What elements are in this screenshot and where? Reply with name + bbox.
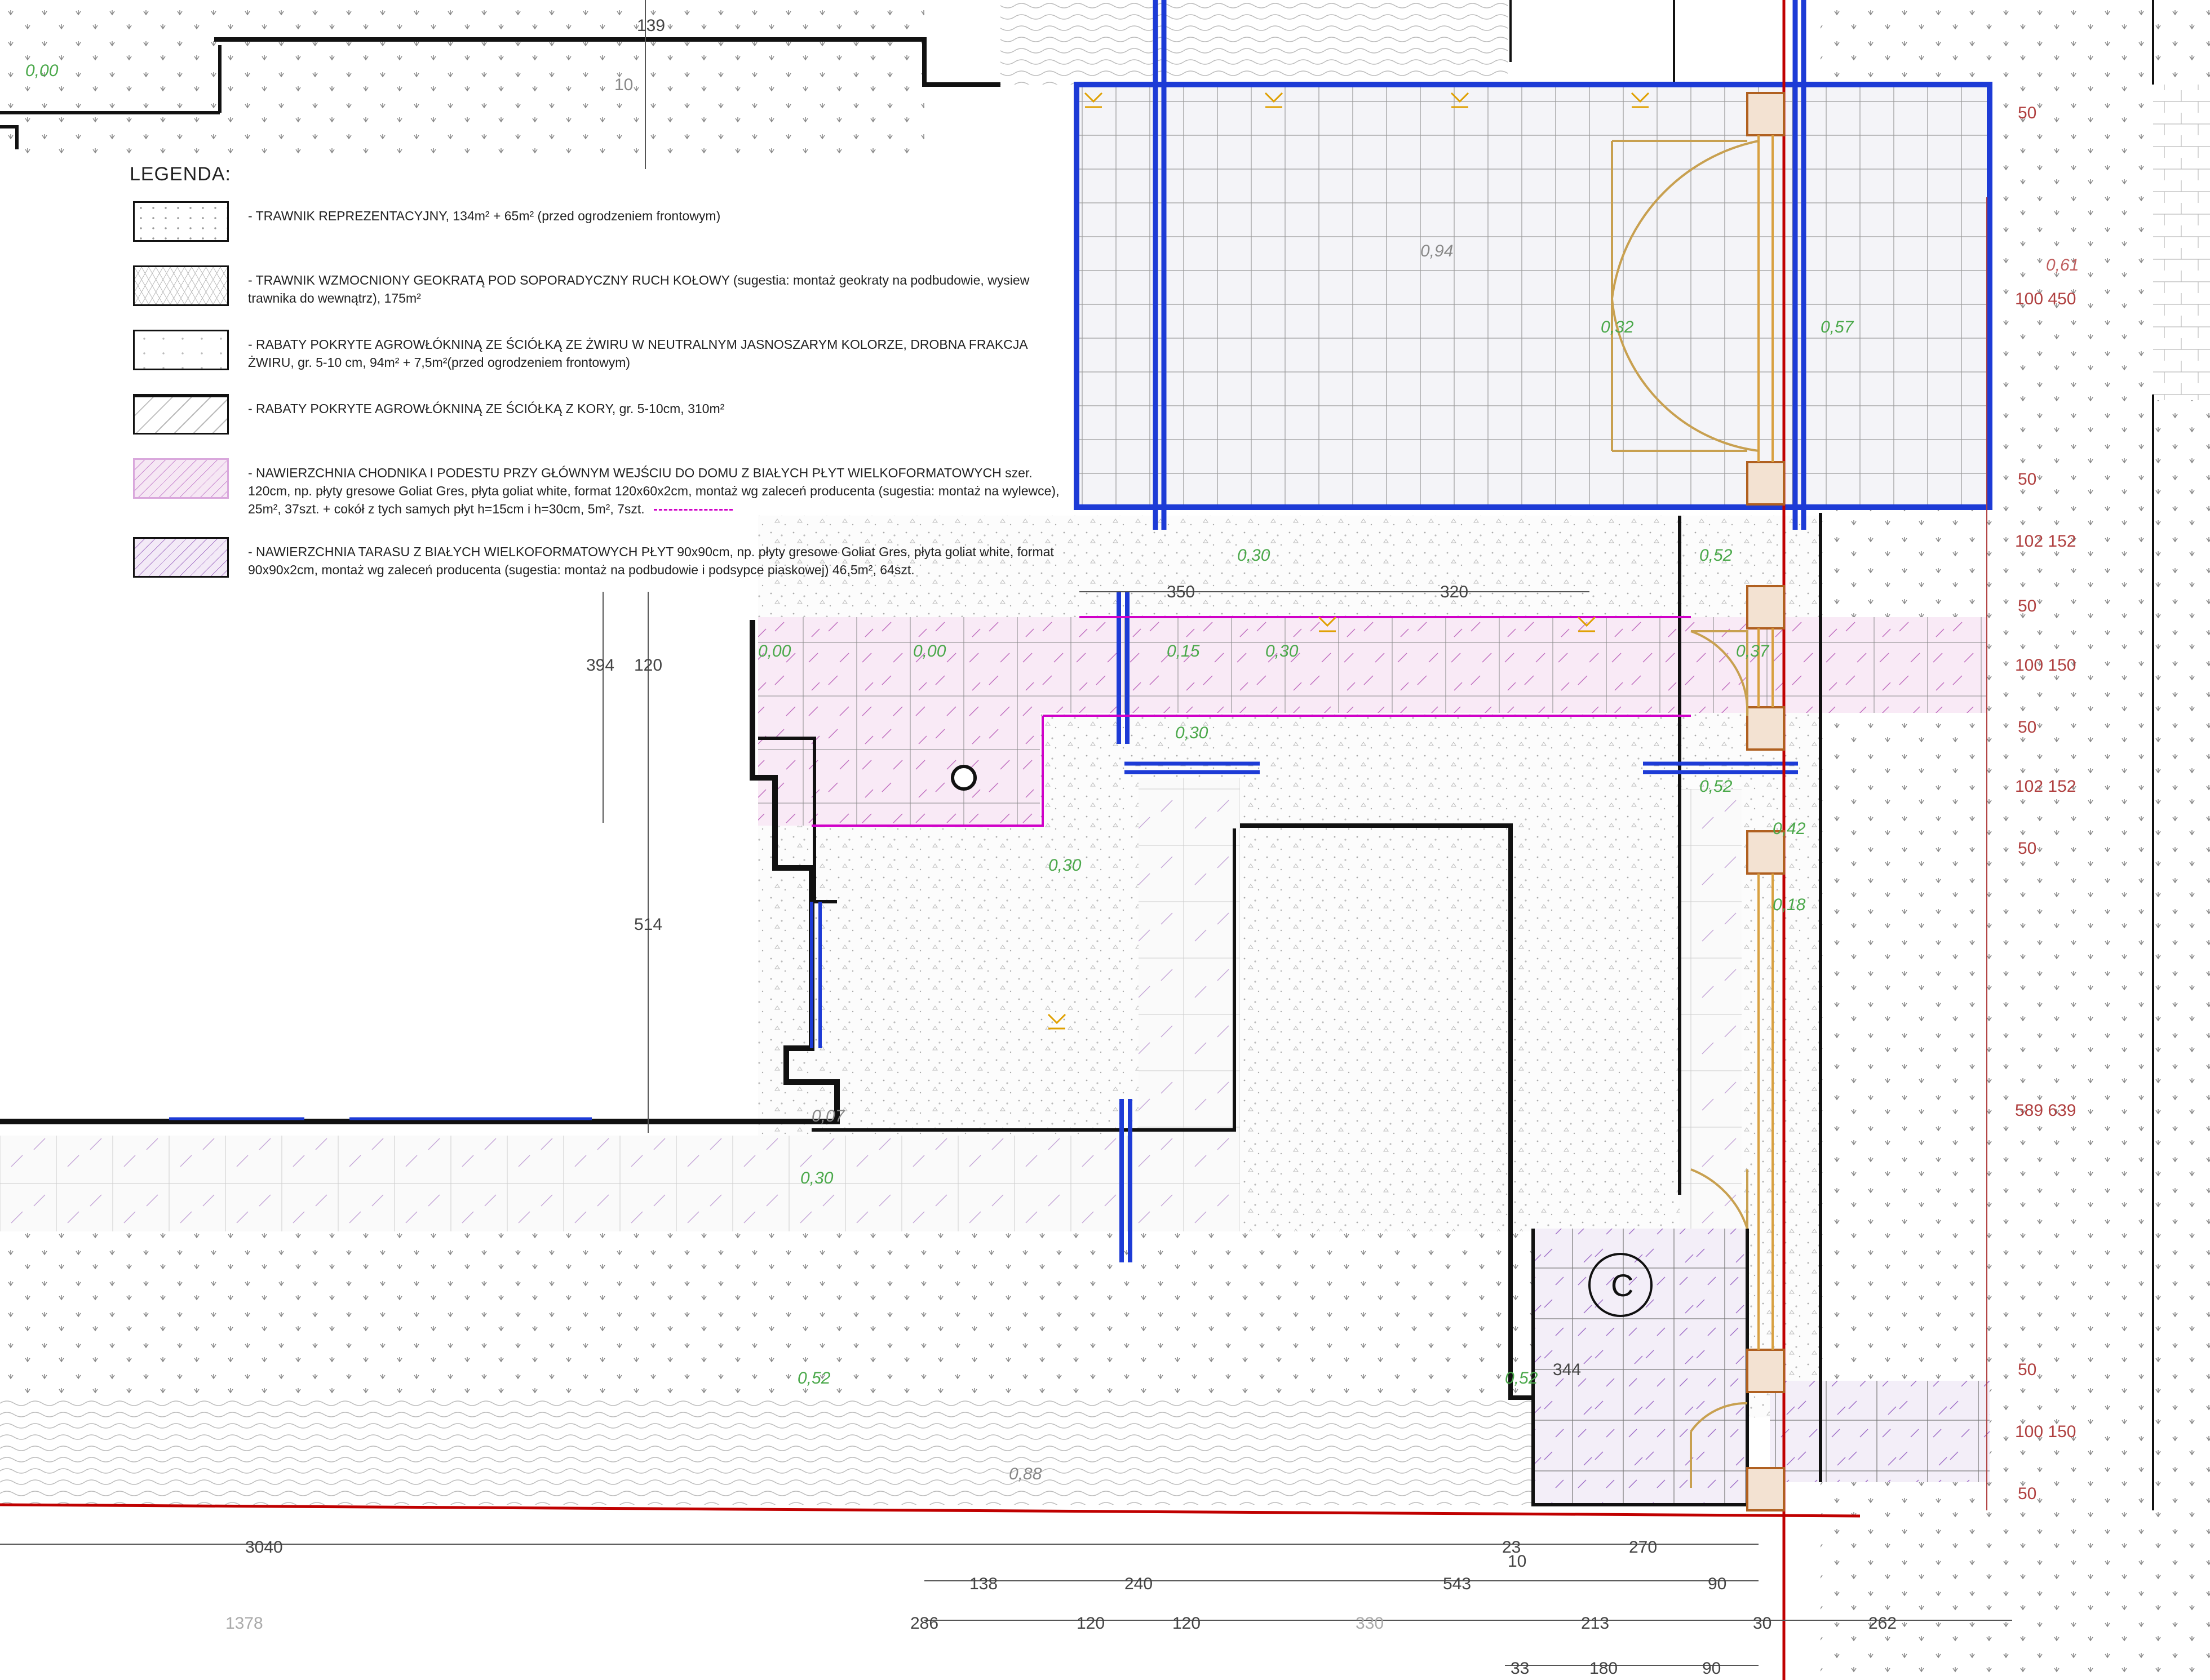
drawing-label: 0,61 — [2046, 256, 2079, 274]
drawing-label: 50 — [2018, 718, 2036, 737]
drawing-label: 213 — [1581, 1614, 1609, 1633]
drawing-label: 50 — [2018, 597, 2036, 615]
drawing-label: 0,00 — [913, 642, 946, 661]
drawing-label: 50 — [2018, 470, 2036, 489]
drawing-label: 90 — [1702, 1659, 1721, 1678]
lawn-lower — [0, 1231, 1533, 1400]
drawing-label: 102 152 — [2015, 777, 2076, 796]
drawing-label: 0,42 — [1773, 819, 1806, 838]
drawing-label: 0,30 — [1265, 642, 1299, 661]
drawing-label: 0,30 — [800, 1169, 834, 1187]
drawing-label: 589 639 — [2015, 1101, 2076, 1120]
drawing-label: 10 — [1508, 1552, 1526, 1571]
drawing-label: 286 — [910, 1614, 938, 1633]
legend-panel: LEGENDA: - TRAWNIK REPREZENTACYJNY, 134m… — [130, 163, 1065, 601]
drawing-label: 3040 — [245, 1538, 283, 1557]
drawing-label: 0,52 — [798, 1369, 831, 1388]
drawing-label: 0,52 — [1505, 1369, 1538, 1388]
drawing-label: 0,15 — [1167, 642, 1200, 661]
drawing-label: 138 — [969, 1575, 998, 1593]
drawing-label: 320 — [1440, 583, 1468, 601]
drawing-label: 0,88 — [1009, 1465, 1042, 1483]
drawing-label: 139 — [637, 16, 665, 35]
drawing-label: 514 — [634, 915, 662, 934]
drawing-label: 102 152 — [2015, 532, 2076, 551]
legend-item-terrace: - NAWIERZCHNIA TARASU Z BIAŁYCH WIELKOFO… — [130, 537, 1065, 582]
terrace-right-lower — [1770, 1381, 1990, 1482]
drawing-label: 120 — [1172, 1614, 1201, 1633]
drawing-label: 0,32 — [1601, 318, 1634, 336]
bark-strip-right — [1680, 789, 1742, 1229]
magenta-dash-icon — [653, 509, 733, 511]
drawing-label: 0,37 — [1736, 642, 1770, 661]
drawing-label: 100 150 — [2015, 1422, 2076, 1441]
legend-item-path: - NAWIERZCHNIA CHODNIKA I PODESTU PRZY G… — [130, 458, 1065, 518]
terrace-swatch-icon — [133, 537, 229, 578]
drawing-label: 543 — [1443, 1575, 1471, 1593]
legend-text: - RABATY POKRYTE AGROWŁÓKNINĄ ZE ŚCIÓŁKĄ… — [248, 337, 1028, 370]
drawing-label: 90 — [1708, 1575, 1726, 1593]
legend-text: - TRAWNIK WZMOCNIONY GEOKRATĄ POD SOPORA… — [248, 273, 1030, 305]
drawing-label: 50 — [2018, 1484, 2036, 1503]
terrace-lower — [0, 1136, 1240, 1231]
drawing-label: 394 — [586, 656, 614, 675]
paving-bricks-right — [2153, 85, 2210, 400]
legend-text: - NAWIERZCHNIA TARASU Z BIAŁYCH WIELKOFO… — [248, 544, 1054, 577]
drawing-label: 0,57 — [1821, 318, 1854, 336]
drawing-label: 50 — [2018, 104, 2036, 122]
legend-item-geokrata: - TRAWNIK WZMOCNIONY GEOKRATĄ POD SOPORA… — [130, 265, 1065, 311]
drawing-label: 0,18 — [1773, 896, 1806, 914]
walk-vertical — [1139, 778, 1240, 1172]
drawing-label: 330 — [1356, 1614, 1384, 1633]
terrace-upper — [1079, 85, 1987, 507]
drawing-label: 0,30 — [1175, 724, 1208, 742]
legend-text: - NAWIERZCHNIA CHODNIKA I PODESTU PRZY G… — [248, 458, 1065, 518]
room-c-label: C — [1611, 1267, 1633, 1303]
path-swatch-icon — [133, 458, 229, 499]
drawing-label: 0,00 — [758, 642, 791, 661]
drawing-label: 120 — [1077, 1614, 1105, 1633]
drawing-label: 10 — [614, 76, 633, 94]
drawing-label: 30 — [1753, 1614, 1771, 1633]
drawing-label: 33 — [1511, 1659, 1529, 1678]
drawing-label: 240 — [1124, 1575, 1153, 1593]
legend-title: LEGENDA: — [130, 163, 231, 185]
drawing-label: 100 450 — [2015, 290, 2076, 308]
legend-item-gravel: - RABATY POKRYTE AGROWŁÓKNINĄ ZE ŚCIÓŁKĄ… — [130, 330, 1065, 375]
legend-text: - TRAWNIK REPREZENTACYJNY, 134m² + 65m² … — [248, 209, 721, 223]
drawing-label: 1378 — [225, 1614, 263, 1633]
legend-item-bark: - RABATY POKRYTE AGROWŁÓKNINĄ ZE ŚCIÓŁKĄ… — [130, 394, 1065, 439]
drawing-label: 0,00 — [25, 61, 59, 80]
drawing-label: 0,07 — [812, 1107, 845, 1125]
drawing-label: 0,30 — [1048, 856, 1082, 875]
drawing-label: 100 150 — [2015, 656, 2076, 675]
path-lower-left — [758, 713, 1040, 826]
bark-strip-top — [1000, 0, 1508, 85]
legend-item-lawn: - TRAWNIK REPREZENTACYJNY, 134m² + 65m² … — [130, 201, 1065, 246]
path-magenta — [758, 617, 1987, 713]
drawing-label: 0,94 — [1420, 242, 1453, 260]
drawing-label: 350 — [1167, 583, 1195, 601]
geokrata-swatch-icon — [133, 265, 229, 306]
lawn-left-top — [0, 0, 924, 163]
drawing-label: 180 — [1589, 1659, 1618, 1678]
legend-text: - RABATY POKRYTE AGROWŁÓKNINĄ ZE ŚCIÓŁKĄ… — [248, 401, 725, 416]
bark-swatch-icon — [133, 394, 229, 435]
drawing-label: 0,30 — [1237, 546, 1270, 565]
gravel-swatch-icon — [133, 330, 229, 370]
drawing-label: 270 — [1629, 1538, 1657, 1557]
light-point-icon — [951, 765, 977, 791]
drawing-label: 0,52 — [1699, 546, 1733, 565]
drawing-label: 0,52 — [1699, 777, 1733, 796]
drawing-label: 120 — [634, 656, 662, 675]
lawn-swatch-icon — [133, 201, 229, 242]
drawing-label: 262 — [1868, 1614, 1897, 1633]
drawing-label: 50 — [2018, 839, 2036, 858]
drawing-label: 50 — [2018, 1360, 2036, 1379]
drawing-label: 344 — [1553, 1360, 1581, 1379]
gravel-lower-strip — [0, 1400, 1533, 1505]
